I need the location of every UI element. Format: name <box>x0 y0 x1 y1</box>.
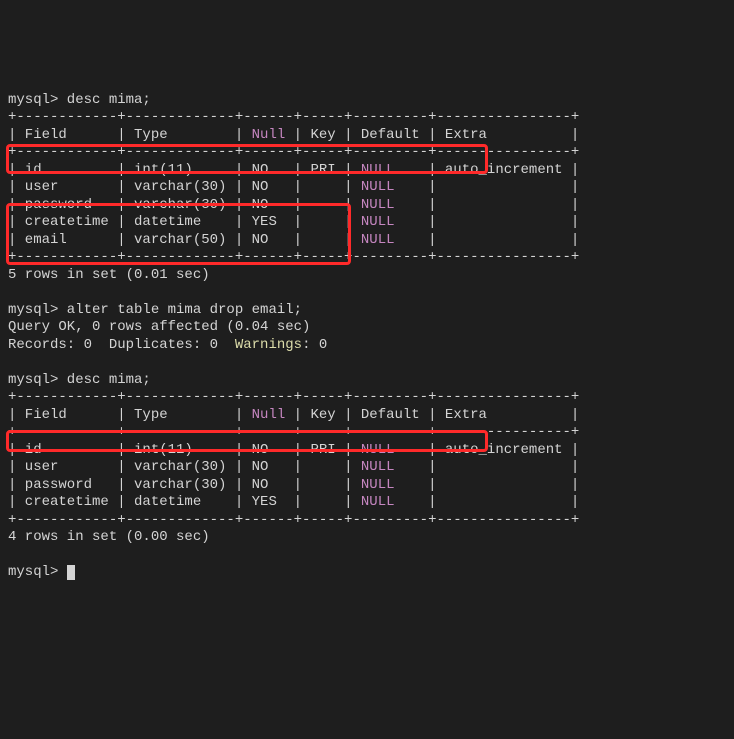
th-field: | Field <box>8 407 117 423</box>
pipe: | <box>235 127 252 143</box>
td-null: | NO <box>235 197 294 213</box>
td-key: | <box>294 214 344 230</box>
pipe: | <box>235 407 252 423</box>
th-default: | Default <box>344 127 428 143</box>
td-default: NULL <box>361 459 395 475</box>
td-type: | int(11) <box>117 442 235 458</box>
td-extra: | | <box>395 232 580 248</box>
td-null: | NO <box>235 232 294 248</box>
td-default: NULL <box>361 214 395 230</box>
td-default: NULL <box>361 232 395 248</box>
td-field: | email <box>8 232 117 248</box>
td-extra: | | <box>395 214 580 230</box>
td-null: | NO <box>235 477 294 493</box>
table-border: +------------+-------------+------+-----… <box>8 512 579 528</box>
cursor-icon <box>67 565 75 580</box>
td-extra: | auto_increment | <box>395 162 580 178</box>
status-rows: 4 rows in set (0.00 sec) <box>8 529 210 545</box>
td-null: | NO <box>235 179 294 195</box>
td-key: | <box>294 179 344 195</box>
th-key: | Key <box>294 127 344 143</box>
td-key: | <box>294 197 344 213</box>
td-extra: | | <box>395 477 580 493</box>
td-type: | varchar(30) <box>117 197 235 213</box>
td-key: | PRI <box>294 162 344 178</box>
td-type: | varchar(50) <box>117 232 235 248</box>
table-border: +------------+-------------+------+-----… <box>8 249 579 265</box>
td-default: NULL <box>361 197 395 213</box>
th-null: Null <box>252 407 286 423</box>
td-null: | NO <box>235 162 294 178</box>
td-type: | varchar(30) <box>117 459 235 475</box>
prompt-line: mysql> desc mima; <box>8 372 151 388</box>
td-null: | YES <box>235 494 294 510</box>
th-extra: | Extra | <box>428 127 579 143</box>
td-field: | user <box>8 459 117 475</box>
td-extra: | | <box>395 494 580 510</box>
table-border: +------------+-------------+------+-----… <box>8 424 579 440</box>
td-extra: | | <box>395 179 580 195</box>
table-border: +------------+-------------+------+-----… <box>8 109 579 125</box>
td-default: NULL <box>361 477 395 493</box>
td-key: | <box>294 459 344 475</box>
td-null: | NO <box>235 442 294 458</box>
th-type: | Type <box>117 407 235 423</box>
query-ok: Query OK, 0 rows affected (0.04 sec) <box>8 319 310 335</box>
prompt[interactable]: mysql> <box>8 564 67 580</box>
th-key: | Key <box>294 407 344 423</box>
td-extra: | auto_increment | <box>395 442 580 458</box>
td-default: NULL <box>361 162 395 178</box>
prompt-line: mysql> desc mima; <box>8 92 151 108</box>
warnings-label: Warnings <box>235 337 302 353</box>
terminal: mysql> desc mima; +------------+--------… <box>8 74 726 582</box>
td-field: | password <box>8 477 117 493</box>
status-rows: 5 rows in set (0.01 sec) <box>8 267 210 283</box>
table-border: +------------+-------------+------+-----… <box>8 144 579 160</box>
td-extra: | | <box>395 197 580 213</box>
td-default: NULL <box>361 494 395 510</box>
td-key: | <box>294 477 344 493</box>
td-default: NULL <box>361 179 395 195</box>
td-key: | <box>294 232 344 248</box>
records-summary: Records: 0 Duplicates: 0 Warnings: 0 <box>8 337 327 353</box>
td-null: | NO <box>235 459 294 475</box>
td-field: | user <box>8 179 117 195</box>
th-extra: | Extra | <box>428 407 579 423</box>
td-type: | datetime <box>117 494 235 510</box>
th-null: Null <box>252 127 286 143</box>
table-border: +------------+-------------+------+-----… <box>8 389 579 405</box>
prompt-line: mysql> alter table mima drop email; <box>8 302 302 318</box>
td-type: | varchar(30) <box>117 179 235 195</box>
td-type: | int(11) <box>117 162 235 178</box>
td-default: NULL <box>361 442 395 458</box>
td-field: | createtime <box>8 214 117 230</box>
td-field: | createtime <box>8 494 117 510</box>
th-default: | Default <box>344 407 428 423</box>
td-type: | varchar(30) <box>117 477 235 493</box>
td-key: | <box>294 494 344 510</box>
th-type: | Type <box>117 127 235 143</box>
td-field: | password <box>8 197 117 213</box>
td-key: | PRI <box>294 442 344 458</box>
td-field: | id <box>8 162 117 178</box>
td-null: | YES <box>235 214 294 230</box>
td-type: | datetime <box>117 214 235 230</box>
td-field: | id <box>8 442 117 458</box>
td-extra: | | <box>395 459 580 475</box>
th-field: | Field <box>8 127 117 143</box>
